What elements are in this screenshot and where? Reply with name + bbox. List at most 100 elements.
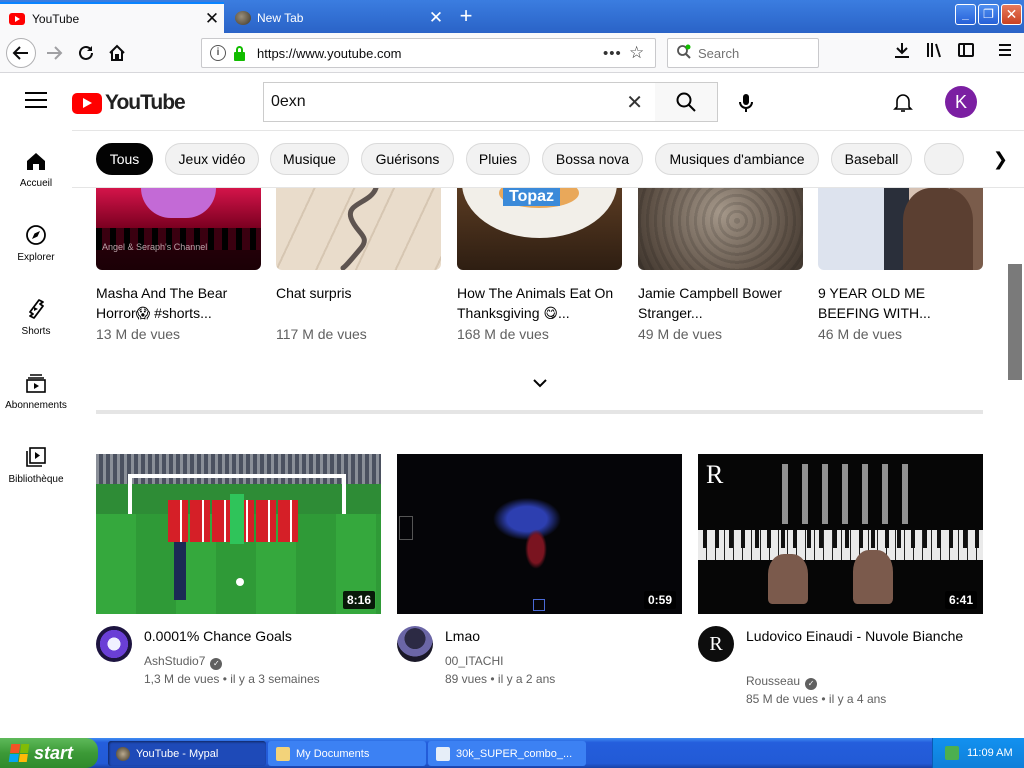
new-tab-favicon-icon xyxy=(235,10,251,25)
short-title[interactable]: How The Animals Eat On Thanksgiving 😋... xyxy=(457,283,622,323)
short-title[interactable]: Chat surpris xyxy=(276,283,441,323)
sidebar-icon[interactable] xyxy=(954,41,978,65)
channel-name[interactable]: 00_ITACHI xyxy=(445,654,503,668)
download-icon[interactable] xyxy=(890,41,914,65)
channel-name-text[interactable]: AshStudio7 xyxy=(144,654,205,668)
short-views: 117 M de vues xyxy=(276,326,367,342)
home-button[interactable] xyxy=(103,39,131,67)
taskbar-item-combo-file[interactable]: 30k_SUPER_combo_... xyxy=(428,741,586,766)
reload-button[interactable] xyxy=(72,39,100,67)
youtube-play-icon xyxy=(72,92,102,114)
new-tab-button[interactable]: + xyxy=(455,3,477,29)
video-item[interactable]: 0:59 Lmao 00_ITACHI 89 vues • il y a 2 a… xyxy=(397,454,682,686)
chip-baseball[interactable]: Baseball xyxy=(831,143,912,175)
short-views: 13 M de vues xyxy=(96,326,181,342)
channel-avatar[interactable] xyxy=(96,626,132,662)
mini-guide-sidebar: Accueil Explorer Shorts Abonnements Bibl… xyxy=(0,130,72,738)
short-item[interactable]: Chat surpris 117 M de vues xyxy=(276,188,441,342)
channel-avatar[interactable] xyxy=(397,626,433,662)
bell-icon xyxy=(893,94,913,112)
notifications-button[interactable] xyxy=(890,89,916,115)
youtube-header: YouTube ✕ K xyxy=(0,74,1024,130)
sidebar-item-bibliotheque[interactable]: Bibliothèque xyxy=(0,426,72,496)
chip-musique[interactable]: Musique xyxy=(270,143,349,175)
show-more-shorts-button[interactable] xyxy=(530,376,550,390)
short-item[interactable]: Jamie Campbell Bower Stranger... 49 M de… xyxy=(638,188,803,342)
channel-name-text[interactable]: 00_ITACHI xyxy=(445,654,503,668)
video-title[interactable]: 0.0001% Chance Goals xyxy=(144,626,374,646)
library-icon[interactable] xyxy=(922,41,946,65)
mypal-icon xyxy=(116,746,130,761)
browser-search-field[interactable]: Search xyxy=(667,38,819,68)
channel-name-text[interactable]: Rousseau xyxy=(746,674,800,688)
video-thumbnail[interactable]: 8:16 xyxy=(96,454,381,614)
scrollbar-thumb[interactable] xyxy=(1008,264,1022,380)
search-input[interactable] xyxy=(271,93,611,111)
channel-name[interactable]: AshStudio7 ✓ xyxy=(144,654,223,670)
short-title[interactable]: Masha And The Bear Horror😱 #shorts... xyxy=(96,283,261,323)
short-thumbnail[interactable] xyxy=(818,188,983,270)
info-icon[interactable]: i xyxy=(210,45,226,61)
minimize-button[interactable]: _ xyxy=(955,4,976,25)
chip-jeux-video[interactable]: Jeux vidéo xyxy=(165,143,259,175)
arrow-left-icon xyxy=(12,46,28,60)
channel-name[interactable]: Rousseau ✓ xyxy=(746,674,818,690)
account-avatar[interactable]: K xyxy=(945,86,977,118)
short-thumbnail[interactable] xyxy=(638,188,803,270)
chip-bossa-nova[interactable]: Bossa nova xyxy=(542,143,643,175)
microphone-icon xyxy=(739,94,753,112)
short-thumbnail[interactable]: Angel & Seraph's Channel xyxy=(96,188,261,270)
lock-icon[interactable] xyxy=(234,45,245,61)
search-button[interactable] xyxy=(655,82,718,122)
maximize-button[interactable]: ❐ xyxy=(978,4,999,25)
video-item[interactable]: 8:16 0.0001% Chance Goals AshStudio7 ✓ 1,… xyxy=(96,454,381,686)
forward-button[interactable] xyxy=(40,39,68,67)
short-item[interactable]: Topaz How The Animals Eat On Thanksgivin… xyxy=(457,188,622,342)
sidebar-item-explorer[interactable]: Explorer xyxy=(0,204,72,274)
chip-tous[interactable]: Tous xyxy=(96,143,153,175)
chip-partial[interactable] xyxy=(924,143,964,175)
back-button[interactable] xyxy=(6,38,36,68)
hamburger-menu-icon[interactable] xyxy=(993,41,1017,65)
guide-menu-icon[interactable] xyxy=(25,92,47,110)
short-views: 168 M de vues xyxy=(457,326,549,342)
youtube-logo[interactable]: YouTube xyxy=(72,91,186,115)
taskbar-item-youtube-mypal[interactable]: YouTube - Mypal xyxy=(108,741,266,766)
short-title[interactable]: 9 YEAR OLD ME BEEFING WITH... xyxy=(818,283,983,323)
video-title[interactable]: Lmao xyxy=(445,626,675,646)
voice-search-button[interactable] xyxy=(734,91,758,115)
shorts-icon xyxy=(29,299,44,319)
clock[interactable]: 11:09 AM xyxy=(967,747,1013,759)
chip-musiques-d-ambiance[interactable]: Musiques d'ambiance xyxy=(655,143,819,175)
chips-next-button[interactable]: ❯ xyxy=(962,131,1024,187)
network-icon[interactable] xyxy=(945,746,959,760)
video-thumbnail[interactable]: R 6:41 xyxy=(698,454,983,614)
short-item[interactable]: 9 YEAR OLD ME BEEFING WITH... 46 M de vu… xyxy=(818,188,983,342)
close-tab-icon[interactable]: ✕ xyxy=(424,8,448,28)
sidebar-item-abonnements[interactable]: Abonnements xyxy=(0,352,72,422)
short-item[interactable]: Angel & Seraph's Channel Masha And The B… xyxy=(96,188,261,342)
url-bar[interactable]: i https://www.youtube.com ••• ☆ xyxy=(201,38,656,68)
video-title[interactable]: Ludovico Einaudi - Nuvole Bianche xyxy=(746,626,976,646)
short-thumbnail[interactable]: Topaz xyxy=(457,188,622,270)
taskbar-item-my-documents[interactable]: My Documents xyxy=(268,741,426,766)
start-button[interactable]: start xyxy=(0,738,98,768)
tab-new-tab[interactable]: New Tab ✕ xyxy=(226,2,448,33)
url-text[interactable]: https://www.youtube.com xyxy=(257,46,603,61)
search-box[interactable]: ✕ xyxy=(263,82,656,122)
video-thumbnail[interactable]: 0:59 xyxy=(397,454,682,614)
short-thumbnail[interactable] xyxy=(276,188,441,270)
chip-guerisons[interactable]: Guérisons xyxy=(361,143,454,175)
short-title[interactable]: Jamie Campbell Bower Stranger... xyxy=(638,283,803,323)
sidebar-item-shorts[interactable]: Shorts xyxy=(0,278,72,348)
clear-search-icon[interactable]: ✕ xyxy=(626,90,643,115)
page-actions-icon[interactable]: ••• xyxy=(603,45,629,62)
close-window-button[interactable]: ✕ xyxy=(1001,4,1022,25)
tab-youtube[interactable]: YouTube ✕ xyxy=(0,2,224,33)
video-item[interactable]: R 6:41 R Ludovico Einaudi - Nuvole Bianc… xyxy=(698,454,983,706)
bookmark-star-icon[interactable]: ☆ xyxy=(629,43,655,63)
chip-pluies[interactable]: Pluies xyxy=(466,143,530,175)
close-tab-icon[interactable]: ✕ xyxy=(200,9,224,29)
channel-avatar[interactable]: R xyxy=(698,626,734,662)
sidebar-item-accueil[interactable]: Accueil xyxy=(0,130,72,200)
